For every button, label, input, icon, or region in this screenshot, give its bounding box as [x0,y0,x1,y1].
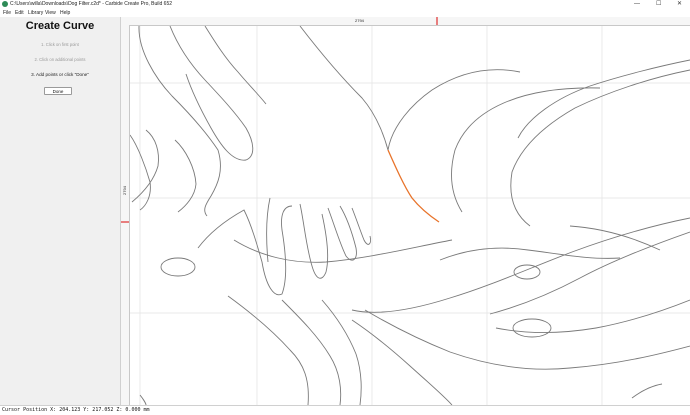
canvas-grid [130,26,690,405]
nostril-right[interactable] [513,264,541,280]
lower-strand-4[interactable] [351,319,453,405]
chest-contour[interactable] [495,299,690,333]
active-curve[interactable] [387,149,440,223]
nostril-lower[interactable] [512,318,552,338]
fur-strand-4[interactable] [351,207,371,245]
fur-strand-3[interactable] [327,205,357,261]
fur-strand-1[interactable] [197,205,293,296]
head-outline-top[interactable] [299,26,389,151]
head-outline-right[interactable] [387,69,521,151]
fur-stroke-left-c[interactable] [174,139,197,213]
fur-strand-2[interactable] [299,203,329,279]
right-ear-outline[interactable] [517,59,690,139]
chin-curve[interactable] [569,225,661,251]
eye-left[interactable] [160,257,196,277]
corner-strand-right[interactable] [631,383,663,399]
design-canvas[interactable] [130,26,690,405]
lower-strand-1[interactable] [227,295,309,405]
lower-strand-2[interactable] [281,299,342,405]
jaw-outline[interactable] [351,217,690,313]
right-ear-inner[interactable] [510,69,690,227]
corner-strand[interactable] [139,394,147,405]
fur-strand-5[interactable] [266,197,271,263]
mouth-line[interactable] [439,247,621,261]
ear-outline-left[interactable] [138,26,221,217]
